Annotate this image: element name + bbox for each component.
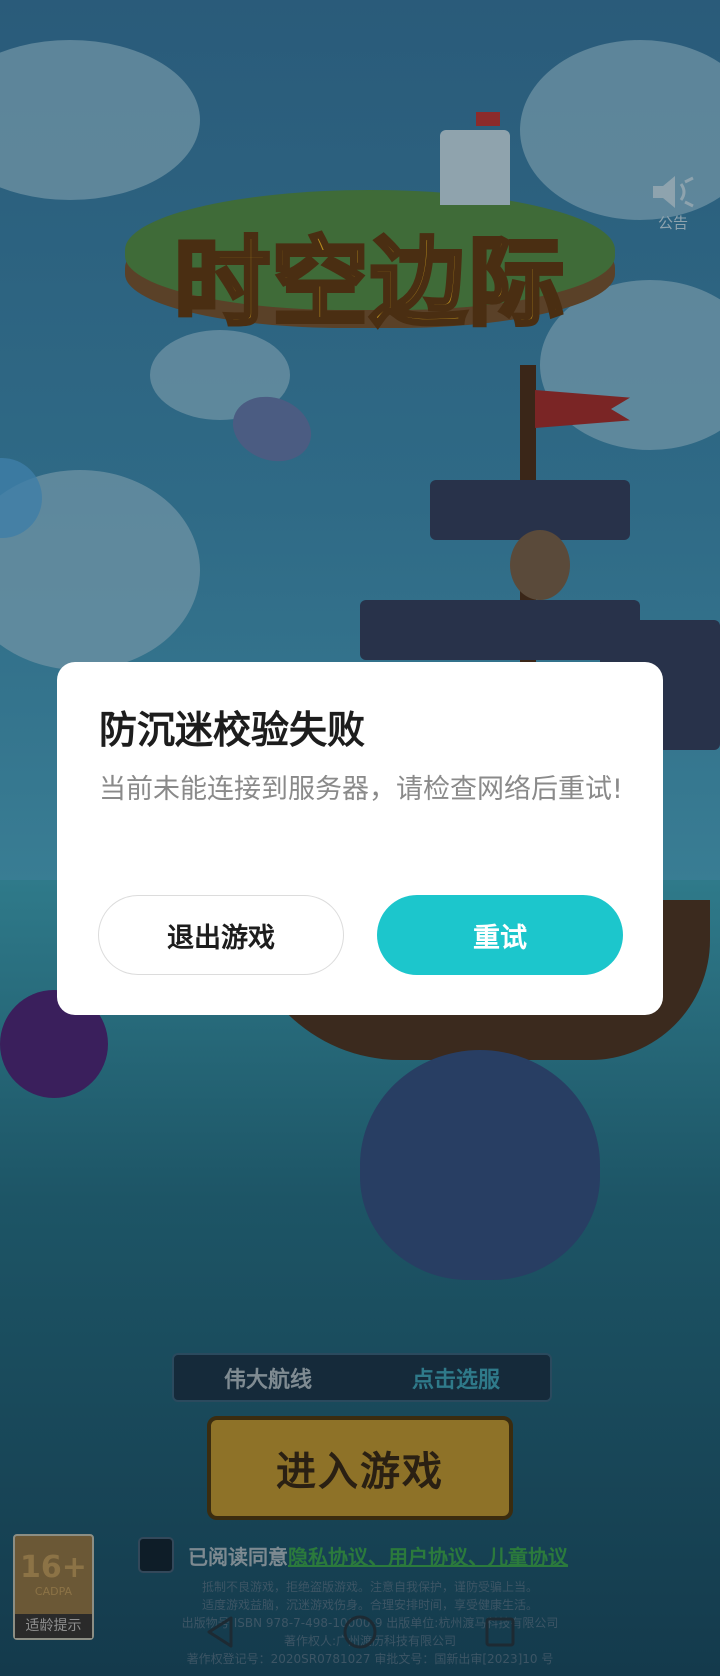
dialog-message: 当前未能连接到服务器，请检查网络后重试!	[99, 774, 623, 805]
dialog-title: 防沉迷校验失败	[99, 708, 366, 752]
retry-button[interactable]: 重试	[377, 895, 623, 975]
exit-game-button[interactable]: 退出游戏	[98, 895, 344, 975]
dialog-buttons: 退出游戏 重试	[98, 895, 623, 975]
anti-addiction-dialog: 防沉迷校验失败 当前未能连接到服务器，请检查网络后重试! 退出游戏 重试	[57, 662, 663, 1015]
